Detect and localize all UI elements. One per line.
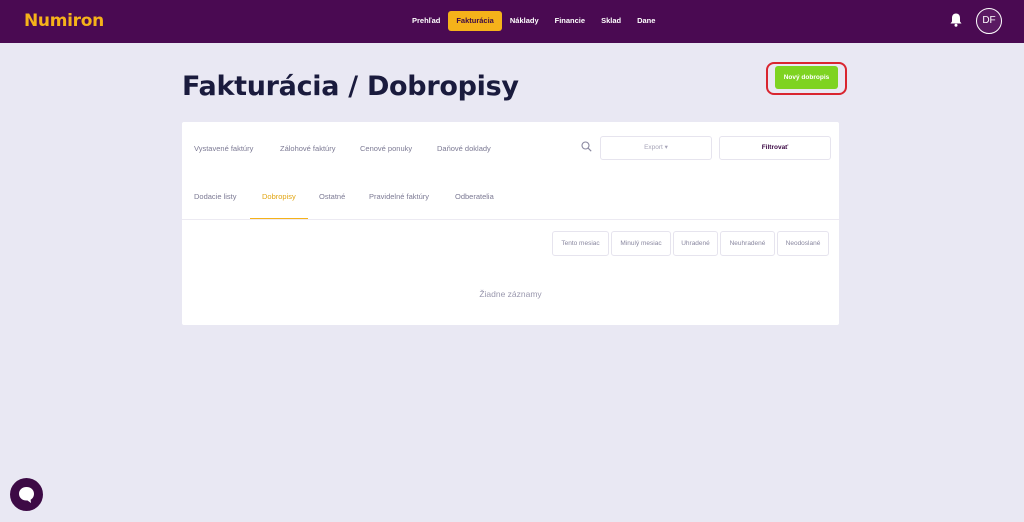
chip-tento-mesiac[interactable]: Tento mesiac: [552, 231, 609, 256]
tab-dobropisy[interactable]: Dobropisy: [262, 192, 296, 201]
tab-pravidelne-faktury[interactable]: Pravidelné faktúry: [369, 192, 429, 201]
chip-minuly-mesiac[interactable]: Minulý mesiac: [611, 231, 671, 256]
filter-button[interactable]: Filtrovať: [719, 136, 831, 160]
user-avatar[interactable]: DF: [976, 8, 1002, 34]
chat-icon: [19, 487, 34, 503]
tab-zalohove-faktury[interactable]: Zálohové faktúry: [280, 144, 335, 153]
chip-neuhradene[interactable]: Neuhradené: [720, 231, 775, 256]
brand-logo[interactable]: Numiron: [24, 11, 104, 31]
tab-vystavene-faktury[interactable]: Vystavené faktúry: [194, 144, 253, 153]
search-icon[interactable]: [581, 141, 592, 152]
tabs-divider: [182, 219, 839, 220]
bell-icon[interactable]: [949, 12, 963, 28]
page-title: Fakturácia / Dobropisy: [182, 71, 519, 102]
documents-card: Vystavené faktúry Zálohové faktúry Cenov…: [182, 122, 839, 325]
tab-danove-doklady[interactable]: Daňové doklady: [437, 144, 491, 153]
nav-item-dane[interactable]: Dane: [629, 11, 663, 31]
main-nav: Prehľad Fakturácia Náklady Financie Skla…: [404, 11, 663, 31]
nav-item-fakturacia[interactable]: Fakturácia: [448, 11, 502, 31]
top-navbar: Numiron Prehľad Fakturácia Náklady Finan…: [0, 0, 1024, 43]
export-dropdown[interactable]: Export ▾: [600, 136, 712, 160]
chat-widget-button[interactable]: [10, 478, 43, 511]
nav-item-naklady[interactable]: Náklady: [502, 11, 547, 31]
chip-uhradene[interactable]: Uhradené: [673, 231, 718, 256]
tab-cenove-ponuky[interactable]: Cenové ponuky: [360, 144, 412, 153]
nav-item-prehlad[interactable]: Prehľad: [404, 11, 448, 31]
chip-neodoslane[interactable]: Neodoslané: [777, 231, 829, 256]
empty-state-text: Žiadne záznamy: [479, 289, 542, 299]
new-credit-note-button[interactable]: Nový dobropis: [775, 66, 838, 89]
nav-item-sklad[interactable]: Sklad: [593, 11, 629, 31]
tab-ostatne[interactable]: Ostatné: [319, 192, 345, 201]
tab-odberatelia[interactable]: Odberatelia: [455, 192, 494, 201]
nav-item-financie[interactable]: Financie: [547, 11, 593, 31]
tab-dodacie-listy[interactable]: Dodacie listy: [194, 192, 237, 201]
